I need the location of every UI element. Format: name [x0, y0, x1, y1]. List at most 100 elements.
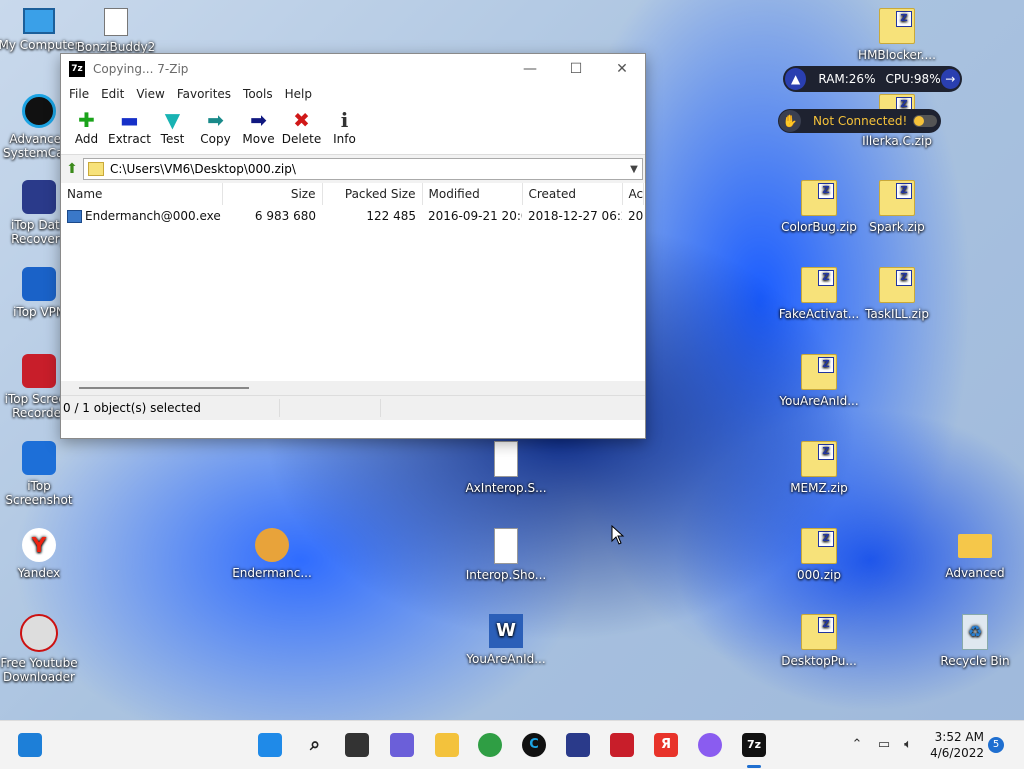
- path-combobox[interactable]: C:\Users\VM6\Desktop\000.zip\ ▼: [83, 158, 643, 180]
- chevron-up-icon[interactable]: ⌃: [845, 733, 869, 757]
- table-row[interactable]: Endermanch@000.exe 6 983 680 122 485 201…: [61, 205, 643, 227]
- file-name: Endermanch@000.exe: [85, 209, 221, 223]
- dll-file-icon: [494, 441, 518, 477]
- close-button[interactable]: ✕: [599, 54, 645, 84]
- menu-help[interactable]: Help: [279, 87, 318, 101]
- desktop-icon-colorbug[interactable]: ColorBug.zip: [775, 180, 863, 234]
- desktop-icon-label: Interop.Sho...: [465, 568, 547, 582]
- up-folder-icon[interactable]: ⬆: [61, 161, 83, 177]
- system-monitor-widget[interactable]: ▲ RAM:26% CPU:98% →: [783, 66, 962, 92]
- menu-edit[interactable]: Edit: [95, 87, 130, 101]
- toggle-switch[interactable]: [913, 115, 937, 127]
- column-created[interactable]: Created: [522, 183, 623, 205]
- menu-file[interactable]: File: [63, 87, 95, 101]
- taskbar: ⌕ C Я 7z ⌃ ▭ 🔈︎ 3:52 AM 4/6/2022 5: [0, 720, 1024, 769]
- maximize-button[interactable]: ☐: [553, 54, 599, 84]
- desktop-icon-memz[interactable]: MEMZ.zip: [775, 441, 863, 495]
- desktop-icon-endermanch[interactable]: Endermanc...: [228, 528, 316, 580]
- zip-archive-icon: [801, 354, 837, 390]
- chrome-icon[interactable]: [478, 733, 502, 757]
- title-bar[interactable]: 7z Copying... 7-Zip — ☐ ✕: [61, 54, 645, 84]
- desktop-icon-label: My Computer: [0, 38, 80, 52]
- column-header-row: Name Size Packed Size Modified Created A…: [61, 183, 644, 205]
- start-windows-icon[interactable]: [258, 733, 282, 757]
- notification-badge[interactable]: 5: [988, 737, 1004, 753]
- chevron-down-icon[interactable]: ▼: [626, 164, 642, 175]
- desktop-icon-taskill[interactable]: TaskILL.zip: [853, 267, 941, 321]
- desktop-icon-my-computer[interactable]: My Computer: [0, 8, 83, 52]
- itop-vpn-icon: [22, 267, 56, 301]
- address-bar: ⬆ C:\Users\VM6\Desktop\000.zip\ ▼: [61, 155, 645, 183]
- horizontal-scrollbar[interactable]: [61, 381, 645, 395]
- vpn-status-widget[interactable]: ✋ Not Connected!: [778, 109, 941, 133]
- status-pane: [279, 399, 380, 417]
- column-size[interactable]: Size: [222, 183, 323, 205]
- minimize-button[interactable]: —: [507, 54, 553, 84]
- desktop-icon-recycle-bin[interactable]: ♻ Recycle Bin: [931, 614, 1019, 668]
- clock[interactable]: 3:52 AM 4/6/2022: [930, 729, 984, 761]
- desktop-icon-free-youtube-downloader[interactable]: Free Youtube Downloader: [0, 614, 83, 684]
- menu-bar: File Edit View Favorites Tools Help: [61, 84, 645, 104]
- desktop-icon-yandex[interactable]: Y Yandex: [0, 528, 83, 580]
- menu-view[interactable]: View: [130, 87, 170, 101]
- desktop-icon-bonzibuddy2[interactable]: BonziBuddy2: [72, 8, 160, 54]
- file-explorer-icon[interactable]: [435, 733, 459, 757]
- column-packed-size[interactable]: Packed Size: [322, 183, 423, 205]
- file-size: 6 983 680: [254, 209, 316, 223]
- desktop-icon-youareanidiot-zip[interactable]: YouAreAnId...: [775, 354, 863, 408]
- add-button[interactable]: ✚ Add: [65, 104, 108, 146]
- advanced-systemcare-icon: [22, 94, 56, 128]
- zip-archive-icon: [879, 8, 915, 44]
- column-modified[interactable]: Modified: [422, 183, 523, 205]
- search-icon[interactable]: ⌕: [303, 733, 327, 757]
- zip-archive-icon: [801, 441, 837, 477]
- delete-button[interactable]: ✖ Delete: [280, 104, 323, 146]
- move-button[interactable]: ➡ Move: [237, 104, 280, 146]
- network-icon[interactable]: ▭: [872, 733, 896, 757]
- task-view-icon[interactable]: [345, 733, 369, 757]
- extract-button[interactable]: ▬ Extract: [108, 104, 151, 146]
- widgets-icon[interactable]: [18, 733, 42, 757]
- test-label: Test: [160, 132, 185, 146]
- 7zip-taskbar-icon[interactable]: 7z: [742, 733, 766, 757]
- desktop-icon-fakeactivation[interactable]: FakeActivat...: [775, 267, 863, 321]
- desktop-icon-advanced-folder[interactable]: Advanced: [931, 528, 1019, 580]
- advanced-systemcare-taskbar-icon[interactable]: C: [522, 733, 546, 757]
- exe-file-icon: [67, 210, 82, 223]
- itop-data-recovery-taskbar-icon[interactable]: [566, 733, 590, 757]
- desktop-icon-label: MEMZ.zip: [790, 481, 848, 495]
- scrollbar-thumb[interactable]: [79, 387, 249, 389]
- desktop-icon-000-zip[interactable]: 000.zip: [775, 528, 863, 582]
- volume-icon[interactable]: 🔈︎: [896, 733, 920, 757]
- column-name[interactable]: Name: [61, 183, 223, 205]
- alice-icon[interactable]: [698, 733, 722, 757]
- info-label: Info: [333, 132, 356, 146]
- copy-icon: ➡: [207, 108, 224, 132]
- desktop-icon-spark[interactable]: Spark.zip: [853, 180, 941, 234]
- status-text: 0 / 1 object(s) selected: [63, 401, 201, 415]
- status-pane: [380, 399, 481, 417]
- hand-icon: ✋: [779, 110, 801, 132]
- rocket-icon: ▲: [785, 68, 807, 90]
- file-packed-size: 122 485: [366, 209, 416, 223]
- extract-label: Extract: [108, 132, 151, 146]
- desktop-icon-hmblocker[interactable]: HMBlocker....: [853, 8, 941, 62]
- endermanch-icon: [255, 528, 289, 562]
- desktop-icon-label: 000.zip: [797, 568, 841, 582]
- desktop-icon-desktoppuzzle[interactable]: DesktopPu...: [775, 614, 863, 668]
- column-accessed[interactable]: Ac: [622, 183, 644, 205]
- menu-favorites[interactable]: Favorites: [171, 87, 237, 101]
- desktop-icon-interop[interactable]: Interop.Sho...: [462, 528, 550, 582]
- desktop-icon-axinterop[interactable]: AxInterop.S...: [462, 441, 550, 495]
- clock-date: 4/6/2022: [930, 746, 984, 760]
- test-button[interactable]: ▼ Test: [151, 104, 194, 146]
- chat-icon[interactable]: [390, 733, 414, 757]
- desktop-icon-itop-screenshot[interactable]: iTop Screenshot: [0, 441, 83, 507]
- copy-button[interactable]: ➡ Copy: [194, 104, 237, 146]
- desktop-icon-youareanidiot-doc[interactable]: W YouAreAnId...: [462, 614, 550, 666]
- itop-screen-recorder-taskbar-icon[interactable]: [610, 733, 634, 757]
- menu-tools[interactable]: Tools: [237, 87, 279, 101]
- cpu-usage: CPU:98%: [885, 72, 941, 86]
- yandex-browser-icon[interactable]: Я: [654, 733, 678, 757]
- info-button[interactable]: i Info: [323, 104, 366, 146]
